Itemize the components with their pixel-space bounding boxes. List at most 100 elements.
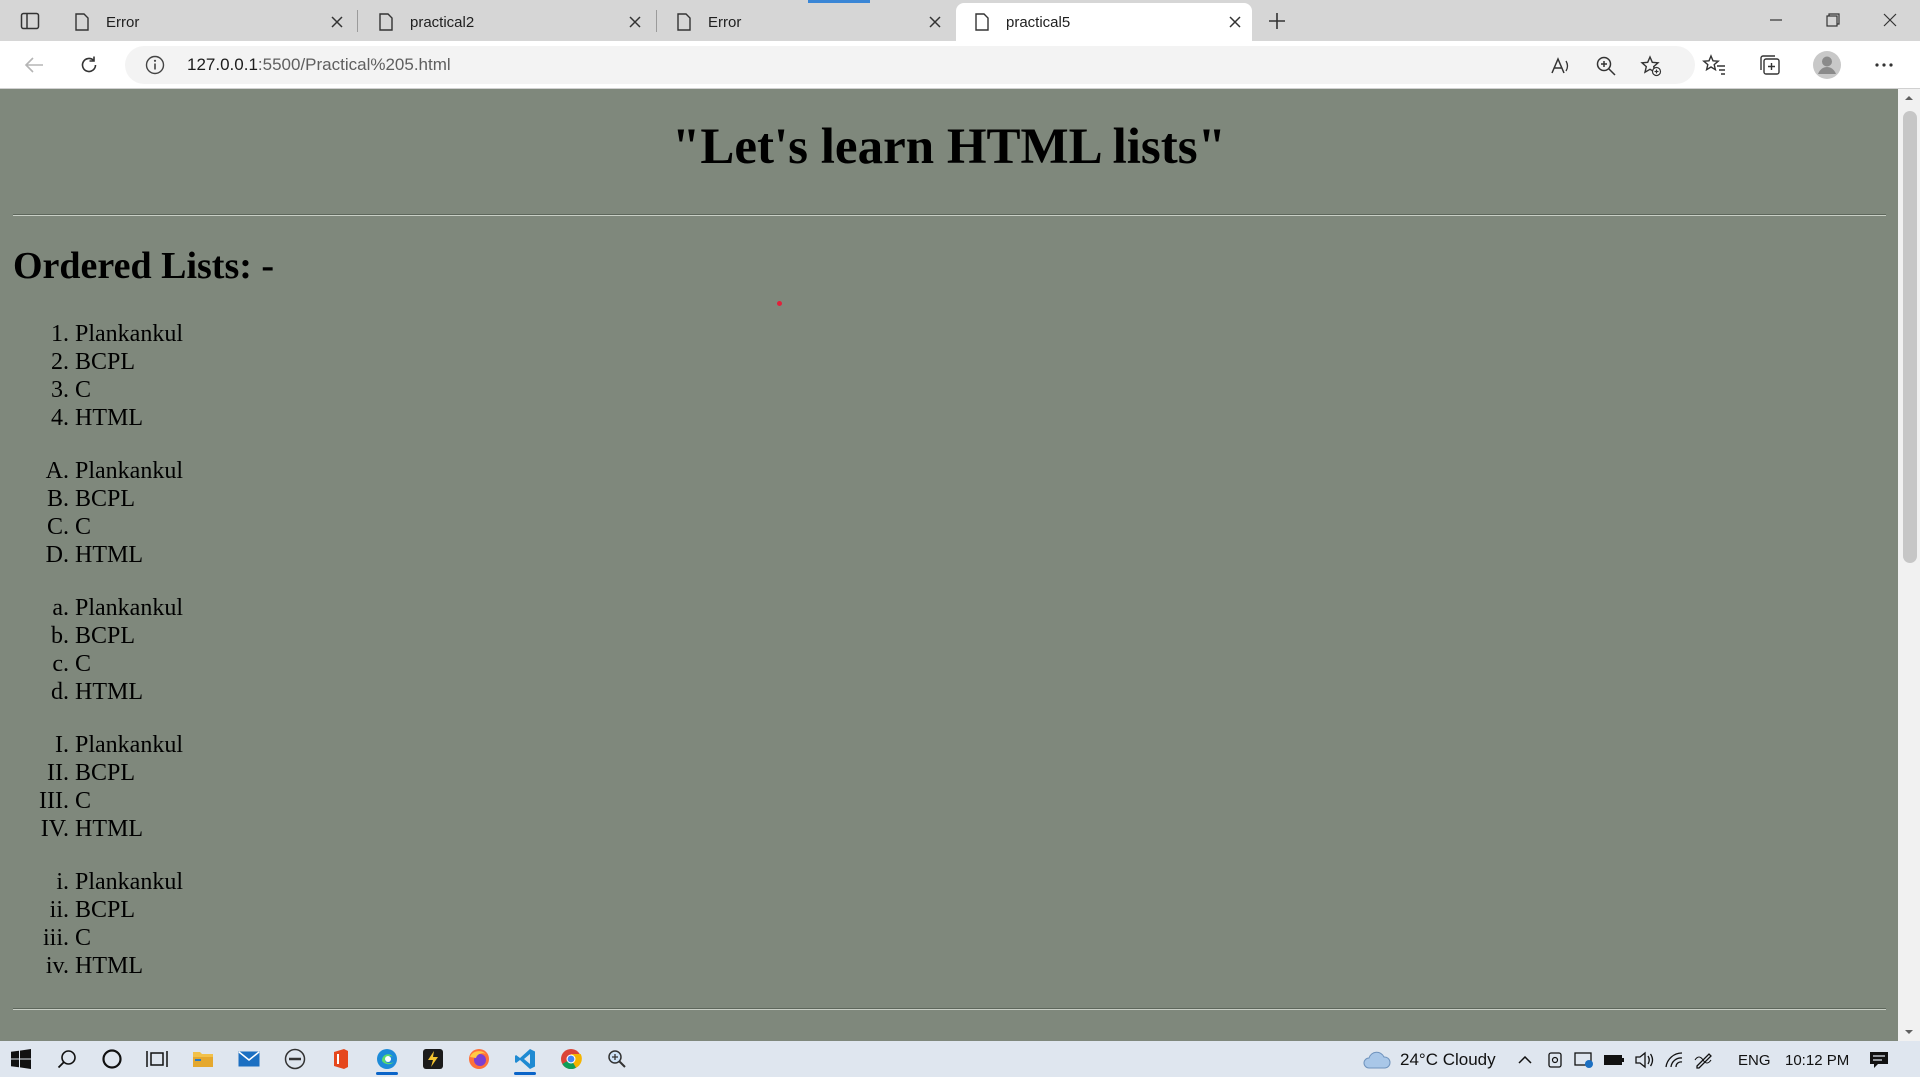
avatar-icon xyxy=(1813,51,1841,79)
speaker-icon xyxy=(1635,1051,1654,1069)
list-marker: II. xyxy=(47,760,69,786)
list-item-text: Plankankul xyxy=(75,458,183,484)
address-bar[interactable]: 127.0.0.1:5500/Practical%205.html xyxy=(125,46,1695,84)
minimize-icon xyxy=(1770,19,1782,21)
scroll-up-button[interactable] xyxy=(1898,89,1920,107)
settings-more-button[interactable] xyxy=(1866,47,1902,83)
read-aloud-button[interactable] xyxy=(1548,53,1574,79)
edge-button[interactable] xyxy=(366,1043,408,1075)
close-tab-icon[interactable] xyxy=(320,8,354,36)
pen-icon xyxy=(1694,1053,1712,1069)
scrollbar-thumb[interactable] xyxy=(1903,111,1917,563)
page-icon xyxy=(376,12,396,32)
tab-actions-button[interactable] xyxy=(12,6,48,36)
favorites-button[interactable] xyxy=(1696,47,1732,83)
firefox-button[interactable] xyxy=(458,1043,500,1075)
page-icon xyxy=(674,12,694,32)
list-item-text: C xyxy=(75,514,92,540)
plus-icon xyxy=(1269,13,1285,29)
list-item-text: BCPL xyxy=(75,897,136,923)
action-center-button[interactable] xyxy=(1868,1049,1890,1071)
horizontal-rule-bottom xyxy=(13,1008,1886,1010)
office-button[interactable] xyxy=(320,1043,362,1075)
mail-button[interactable] xyxy=(228,1043,270,1075)
battery-icon[interactable] xyxy=(1603,1049,1625,1071)
battery-charging-icon xyxy=(1604,1055,1624,1065)
close-tab-icon[interactable] xyxy=(618,8,652,36)
network-icon[interactable] xyxy=(1663,1049,1685,1071)
profile-button[interactable] xyxy=(1809,47,1845,83)
vscode-icon xyxy=(515,1049,535,1069)
close-tab-icon[interactable] xyxy=(918,8,952,36)
tab-practical5[interactable]: practical5 xyxy=(956,3,1252,41)
scroll-up-arrow-icon xyxy=(1905,96,1913,100)
search-button[interactable] xyxy=(46,1043,88,1075)
file-explorer-button[interactable] xyxy=(182,1043,224,1075)
list-item-text: Plankankul xyxy=(75,732,183,758)
list-marker: 3. xyxy=(51,377,69,403)
tab-loading-indicator xyxy=(808,0,870,3)
page-icon xyxy=(972,12,992,32)
close-tab-icon[interactable] xyxy=(1218,8,1252,36)
weather-widget[interactable] xyxy=(1362,1049,1392,1071)
dell-logo-icon xyxy=(284,1048,306,1070)
security-tray-icon[interactable] xyxy=(1573,1049,1595,1071)
volume-icon[interactable] xyxy=(1633,1049,1655,1071)
wifi-icon xyxy=(1665,1052,1683,1068)
collections-button[interactable] xyxy=(1752,47,1788,83)
new-tab-button[interactable] xyxy=(1262,6,1292,36)
list-item-text: BCPL xyxy=(75,486,136,512)
list-item-text: C xyxy=(75,925,92,951)
input-language[interactable]: ENG xyxy=(1738,1052,1771,1069)
list-marker: a. xyxy=(52,595,69,621)
back-button[interactable] xyxy=(16,47,52,83)
minimize-button[interactable] xyxy=(1749,0,1803,40)
list-marker: b. xyxy=(51,623,69,649)
search-icon xyxy=(57,1050,76,1069)
task-view-button[interactable] xyxy=(136,1043,178,1075)
zoom-button[interactable] xyxy=(1593,53,1619,79)
list-marker: iv. xyxy=(45,953,69,979)
terminal-app-button[interactable] xyxy=(412,1043,454,1075)
list-marker: IV. xyxy=(40,816,69,842)
pen-menu-icon[interactable] xyxy=(1693,1049,1715,1071)
list-marker: d. xyxy=(51,679,69,705)
chrome-button[interactable] xyxy=(550,1043,592,1075)
list-item-text: C xyxy=(75,788,92,814)
zoom-in-icon xyxy=(1596,56,1616,76)
restore-button[interactable] xyxy=(1806,0,1860,40)
list-item-text: Plankankul xyxy=(75,595,183,621)
cortana-button[interactable] xyxy=(91,1043,133,1075)
list-item-text: BCPL xyxy=(75,623,136,649)
tab-practical2[interactable]: practical2 xyxy=(360,3,652,41)
list-item-text: HTML xyxy=(75,542,143,568)
url-text[interactable]: 127.0.0.1:5500/Practical%205.html xyxy=(187,55,451,75)
magnifier-button[interactable] xyxy=(596,1043,638,1075)
site-info-icon[interactable] xyxy=(145,55,165,75)
scroll-down-button[interactable] xyxy=(1898,1023,1920,1041)
add-favorite-button[interactable] xyxy=(1638,53,1664,79)
page-scrollbar[interactable] xyxy=(1898,89,1920,1041)
dell-button[interactable] xyxy=(274,1043,316,1075)
start-button[interactable] xyxy=(0,1043,42,1075)
clock[interactable]: 10:12 PM xyxy=(1785,1052,1849,1069)
refresh-icon xyxy=(81,56,97,73)
meet-now-icon[interactable] xyxy=(1544,1049,1566,1071)
list-item-text: HTML xyxy=(75,679,143,705)
refresh-button[interactable] xyxy=(71,47,107,83)
weather-text[interactable]: 24°C Cloudy xyxy=(1400,1050,1496,1070)
vscode-button[interactable] xyxy=(504,1043,546,1075)
restore-icon xyxy=(1826,13,1840,27)
list-marker: B. xyxy=(46,486,69,512)
tab-error-1[interactable]: Error xyxy=(56,3,354,41)
list-item-text: HTML xyxy=(75,816,143,842)
office-icon xyxy=(334,1049,348,1069)
list-marker: A. xyxy=(45,458,69,484)
magnifier-icon xyxy=(608,1050,626,1068)
favorites-icon xyxy=(1702,54,1725,75)
tab-error-2[interactable]: Error xyxy=(658,3,952,41)
page-icon xyxy=(72,12,92,32)
close-window-button[interactable] xyxy=(1863,0,1917,40)
show-hidden-icons-button[interactable] xyxy=(1514,1049,1536,1071)
tab-title: practical2 xyxy=(410,13,475,31)
